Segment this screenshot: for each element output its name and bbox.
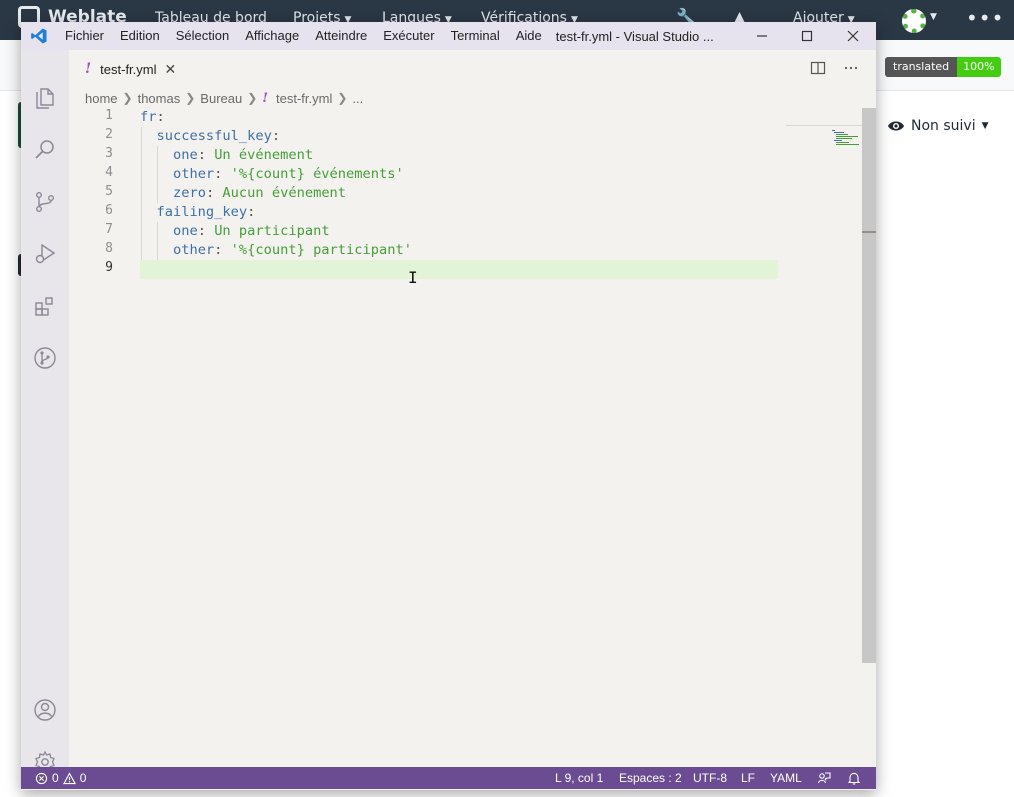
chevron-right-icon: ❯: [185, 91, 196, 105]
editor[interactable]: 1 2 3 4 5 6 7 8 9 fr: successful_key: on…: [69, 108, 876, 767]
menu-run[interactable]: Exécuter: [375, 22, 442, 50]
tab-test-fr-yml[interactable]: ! test-fr.yml ✕: [69, 50, 199, 88]
code-line: fr:: [140, 109, 165, 125]
line-number: 2: [105, 127, 113, 142]
minimap-viewport[interactable]: [786, 108, 862, 126]
notifications-bell-icon[interactable]: [847, 771, 861, 785]
title-bar: Fichier Edition Sélection Affichage Atte…: [21, 22, 876, 50]
breadcrumb-item[interactable]: Bureau: [200, 91, 242, 106]
translated-badge[interactable]: translated 100%: [885, 57, 1001, 77]
code-line: other: '%{count} événements': [172, 166, 404, 182]
problems-indicator[interactable]: 0 0: [35, 767, 86, 789]
menu-edit[interactable]: Edition: [112, 22, 168, 50]
chevron-right-icon: ❯: [122, 91, 133, 105]
scrollbar-cursor-marker: [862, 231, 876, 233]
cursor-position[interactable]: L 9, col 1: [555, 767, 603, 789]
line-number: 8: [105, 241, 113, 256]
account-icon[interactable]: [33, 698, 57, 722]
chevron-right-icon: ❯: [247, 91, 258, 105]
warning-count: 0: [79, 771, 87, 785]
source-control-icon[interactable]: [33, 190, 57, 214]
warning-icon: [62, 771, 76, 784]
line-number: 6: [105, 203, 113, 218]
text-cursor-icon: I: [408, 268, 418, 287]
line-number: 5: [105, 184, 113, 199]
code-line: failing_key:: [156, 204, 256, 220]
more-icon[interactable]: •••: [966, 6, 1004, 30]
minimize-button[interactable]: [739, 22, 785, 50]
menu-view[interactable]: Affichage: [237, 22, 307, 50]
tab-label: test-fr.yml: [100, 61, 157, 77]
window-title: test-fr.yml - Visual Studio ...: [555, 28, 714, 44]
extensions-icon[interactable]: [33, 294, 57, 318]
chevron-down-icon: ▼: [930, 12, 937, 22]
vertical-scrollbar[interactable]: [862, 108, 876, 663]
line-number: 7: [105, 222, 113, 237]
language-mode[interactable]: YAML: [770, 767, 802, 789]
line-number: 4: [105, 165, 113, 180]
watch-label: Non suivi: [911, 118, 976, 134]
minimize-icon: [757, 35, 767, 37]
close-icon[interactable]: ✕: [165, 61, 177, 78]
split-editor-icon[interactable]: [810, 60, 826, 76]
menu-help[interactable]: Aide: [508, 22, 550, 50]
menu-selection[interactable]: Sélection: [168, 22, 237, 50]
avatar[interactable]: [902, 9, 926, 33]
error-icon: [35, 772, 48, 784]
breadcrumb-item[interactable]: home: [85, 91, 118, 106]
maximize-icon: [801, 30, 813, 42]
feedback-icon[interactable]: [817, 771, 831, 785]
minimap[interactable]: [832, 130, 862, 146]
breadcrumb: home ❯ thomas ❯ Bureau ❯ ! test-fr.yml ❯…: [69, 88, 876, 108]
breadcrumb-item[interactable]: thomas: [138, 91, 181, 106]
git-graph-icon[interactable]: [33, 346, 57, 370]
current-line-highlight: [140, 260, 778, 279]
breadcrumb-ellipsis[interactable]: ...: [352, 91, 363, 106]
menu-file[interactable]: Fichier: [57, 22, 112, 50]
more-actions-icon[interactable]: [843, 60, 859, 76]
line-number: 9: [105, 260, 113, 275]
run-debug-icon[interactable]: [33, 242, 57, 266]
watch-dropdown[interactable]: Non suivi ▼: [887, 118, 989, 134]
yaml-icon: !: [85, 61, 92, 77]
chevron-down-icon: ▼: [981, 121, 989, 131]
code-line: one: Un participant: [172, 223, 330, 239]
line-number: 1: [105, 108, 113, 123]
line-number: 3: [105, 146, 113, 161]
indentation[interactable]: Espaces : 2: [619, 767, 682, 789]
close-window-button[interactable]: [830, 22, 876, 50]
menu-terminal[interactable]: Terminal: [443, 22, 508, 50]
status-bar: 0 0 L 9, col 1 Espaces : 2 UTF-8 LF YAML: [21, 767, 876, 789]
code-line: other: '%{count} participant': [172, 242, 412, 258]
activity-bar: [21, 50, 69, 774]
breadcrumb-file[interactable]: test-fr.yml: [276, 91, 332, 106]
code-line: successful_key:: [156, 128, 281, 144]
tab-bar: ! test-fr.yml ✕: [69, 50, 876, 88]
menu-bar: Fichier Edition Sélection Affichage Atte…: [57, 22, 550, 50]
vscode-logo-icon: [21, 22, 57, 50]
badge-value: 100%: [957, 57, 1001, 77]
explorer-icon[interactable]: [33, 86, 57, 110]
vscode-window: Fichier Edition Sélection Affichage Atte…: [21, 22, 876, 790]
chevron-right-icon: ❯: [337, 91, 348, 105]
encoding[interactable]: UTF-8: [693, 767, 727, 789]
eye-icon: [888, 121, 904, 131]
yaml-icon: !: [262, 90, 268, 106]
error-count: 0: [52, 771, 59, 785]
badge-label: translated: [885, 57, 958, 77]
menu-go[interactable]: Atteindre: [307, 22, 375, 50]
end-of-line[interactable]: LF: [741, 767, 755, 789]
code-line: one: Un événement: [172, 147, 314, 163]
maximize-button[interactable]: [784, 22, 830, 50]
code-line: zero: Aucun événement: [172, 185, 347, 201]
search-icon[interactable]: [33, 138, 57, 162]
close-icon: [847, 30, 859, 42]
